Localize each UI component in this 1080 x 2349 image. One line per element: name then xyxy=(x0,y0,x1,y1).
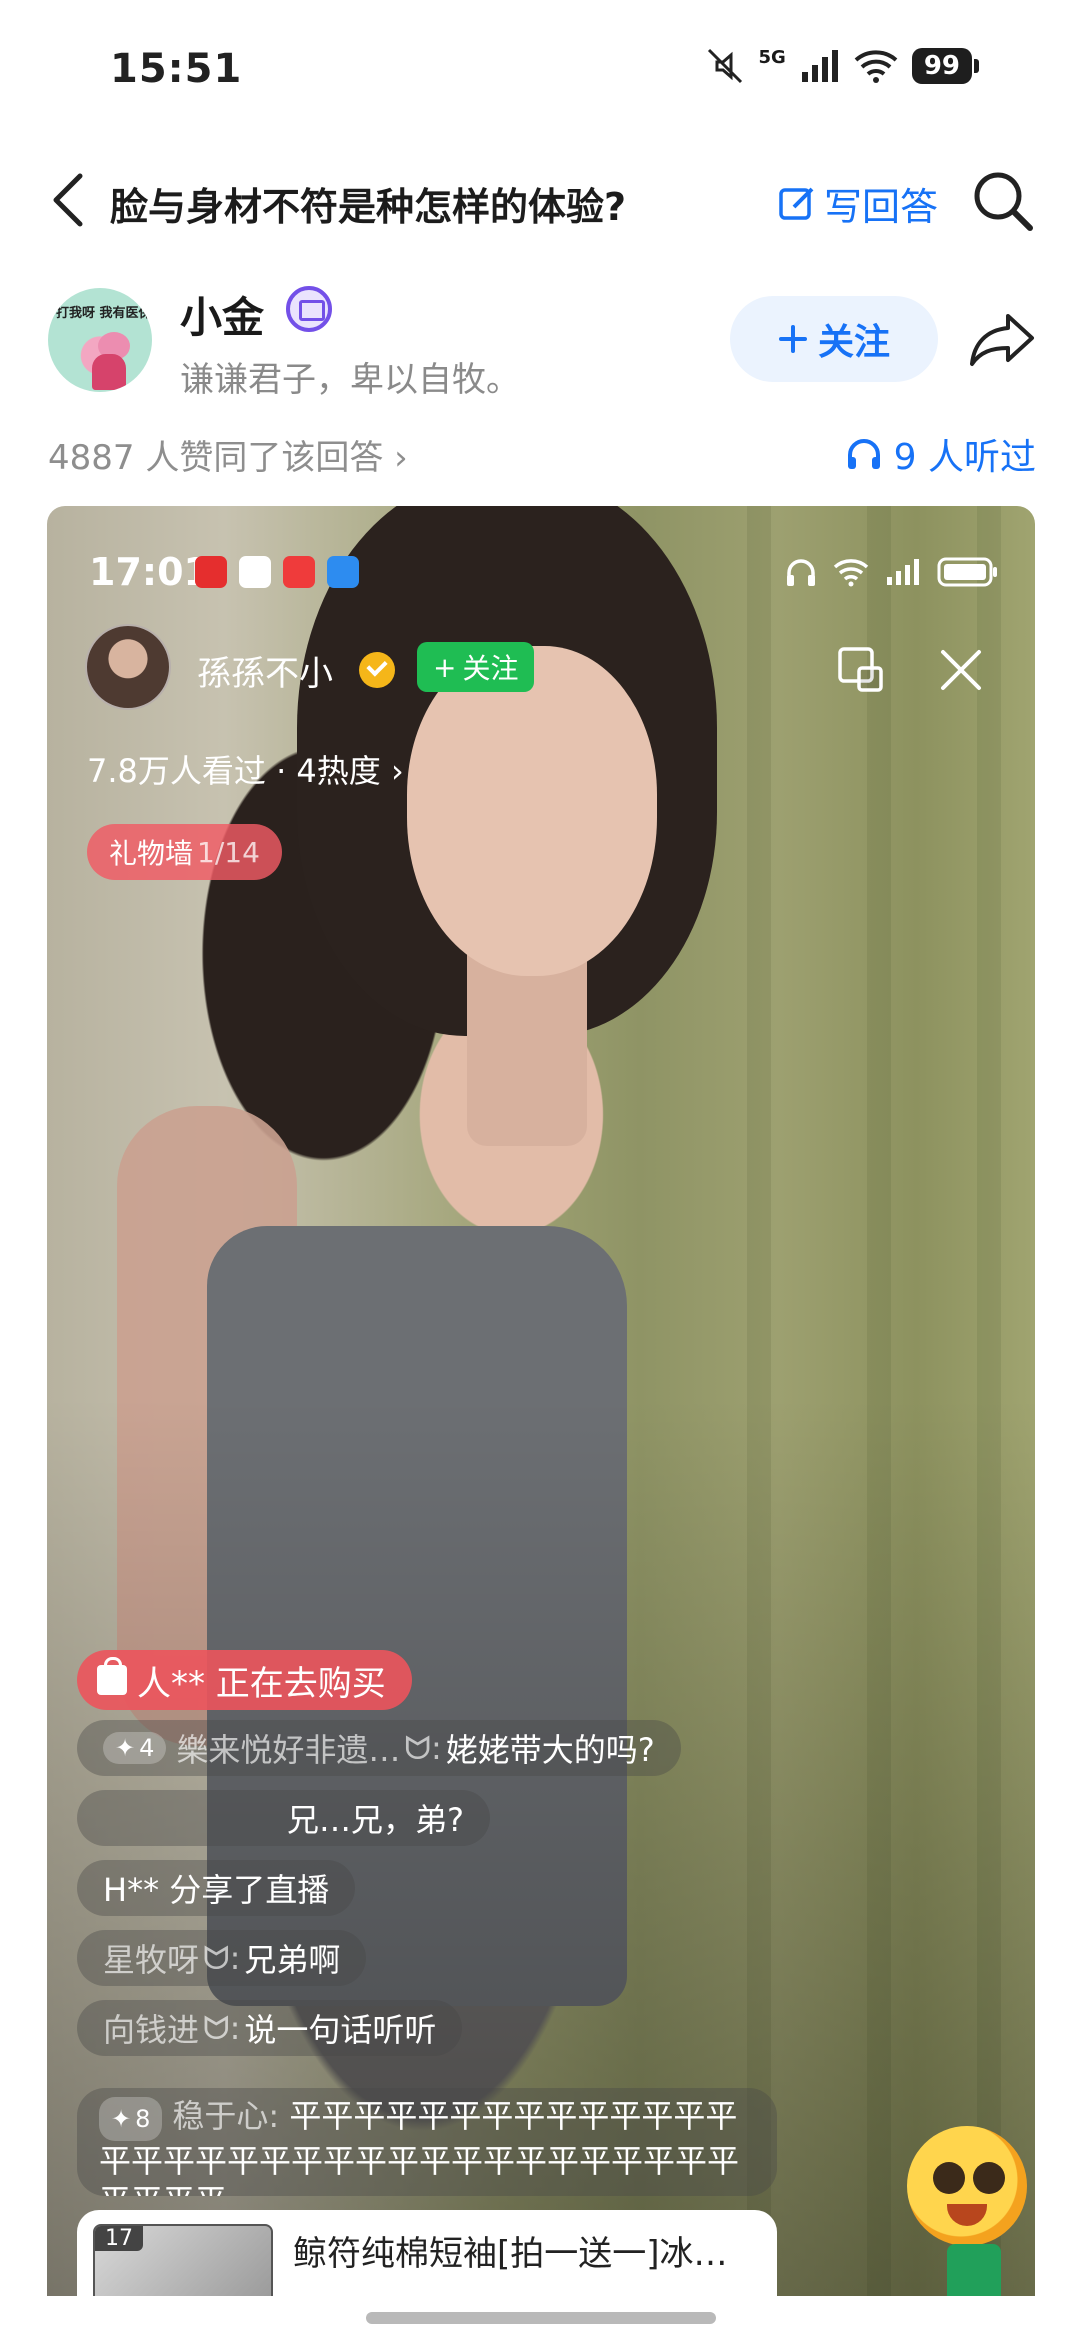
share-icon[interactable] xyxy=(968,310,1036,368)
comment-user: 稳于心: xyxy=(172,2097,280,2135)
headphones-icon xyxy=(847,439,880,469)
stream-status-icons xyxy=(785,556,999,588)
comment-item: 兄…兄，弟? xyxy=(77,1790,490,1846)
home-indicator[interactable] xyxy=(366,2312,716,2324)
author-avatar[interactable]: 打我呀 我有医保 xyxy=(48,288,152,392)
close-icon[interactable] xyxy=(937,646,985,694)
sep: ᗢ: xyxy=(404,1728,442,1767)
chevron-right-icon: › xyxy=(390,752,404,790)
product-title: 鲸符纯棉短袖[拍一送一]冰… xyxy=(293,2234,728,2274)
gift-wall-fraction: 1/14 xyxy=(197,835,260,869)
likes-text: 4887 人赞同了该回答 xyxy=(48,438,384,478)
emoji-mouth xyxy=(947,2204,987,2226)
product-badge: 17 xyxy=(95,2226,143,2251)
host-follow-button[interactable]: + 关注 xyxy=(417,642,535,692)
comment-text: 兄…兄，弟? xyxy=(287,1801,464,1839)
stream-status-time: 17:01 xyxy=(89,550,210,594)
app-icon xyxy=(283,556,315,588)
signal-icon xyxy=(801,50,838,82)
signal-icon xyxy=(887,559,919,585)
sep: ᗢ: xyxy=(203,2008,241,2047)
answer-image[interactable]: 17:01 孫孫不小 + 关注 7.8万人看过 · 4热度 › 礼物墙 1/14 人… xyxy=(47,506,1035,2296)
comment-item: 星牧呀 ᗢ: 兄弟啊 xyxy=(77,1930,367,1986)
author-name[interactable]: 小金 xyxy=(180,284,264,345)
comment-item: H** 分享了直播 xyxy=(77,1860,356,1916)
comment-item-long: ✦ 8 稳于心: 平平平平平平平平平平平平平平平平平平平平平平平平平平平平平平平平平… xyxy=(77,2088,777,2196)
level-value: 4 xyxy=(139,1734,155,1762)
peppa-body xyxy=(92,354,126,390)
status-time: 15:51 xyxy=(110,46,243,92)
app-icon xyxy=(195,556,227,588)
emoji-eye xyxy=(973,2162,1005,2194)
host-follow-label: 关注 xyxy=(462,652,519,685)
comment-user: 樂来悦好非遗… xyxy=(176,1731,401,1769)
level-value: 8 xyxy=(135,2105,151,2133)
question-header: 脸与身材不符是种怎样的体验? 写回答 xyxy=(0,150,1080,250)
person-face xyxy=(407,646,657,976)
starry-eyes-emoji-icon[interactable] xyxy=(907,2126,1027,2246)
comment-text: H** 分享了直播 xyxy=(103,1871,330,1909)
back-arrow-icon[interactable] xyxy=(42,170,102,230)
status-icons: 5G 99 xyxy=(705,46,980,86)
chevron-right-icon: › xyxy=(394,438,408,478)
product-card[interactable]: 17 鲸符纯棉短袖[拍一送一]冰… xyxy=(77,2210,777,2296)
comment-item: ✦ 4 樂来悦好非遗… ᗢ: 姥姥带大的吗? xyxy=(77,1720,681,1776)
purchase-notice: 人** 正在去购买 xyxy=(77,1650,412,1710)
comment-text: 姥姥带大的吗? xyxy=(445,1731,655,1769)
battery-icon xyxy=(937,557,997,587)
host-avatar[interactable] xyxy=(85,624,171,710)
question-title[interactable]: 脸与身材不符是种怎样的体验? xyxy=(110,176,626,231)
author-badge-icon[interactable] xyxy=(286,286,332,332)
network-label: 5G xyxy=(758,46,786,68)
emoji-eye xyxy=(933,2162,965,2194)
app-icon xyxy=(239,556,271,588)
comment-text: 说一句话听听 xyxy=(244,2011,437,2049)
author-bio: 谦谦君子，卑以自牧。 xyxy=(180,360,520,400)
comment-user: 星牧呀 xyxy=(103,1941,200,1979)
gift-wall-label: 礼物墙 xyxy=(109,837,194,870)
product-thumbnail: 17 xyxy=(93,2224,273,2296)
stream-app-icons xyxy=(195,556,359,588)
level-badge: ✦ 4 xyxy=(103,1732,167,1764)
cart-tag-icon[interactable] xyxy=(947,2244,1001,2296)
battery-icon: 99 xyxy=(911,48,980,84)
gift-wall-button[interactable]: 礼物墙 1/14 xyxy=(87,824,282,880)
edit-icon xyxy=(779,187,814,220)
follow-button[interactable]: 关注 xyxy=(730,296,938,382)
likes-count[interactable]: 4887 人赞同了该回答 › xyxy=(48,430,408,479)
follow-label: 关注 xyxy=(817,322,890,363)
comment-item: 向钱进 ᗢ: 说一句话听听 xyxy=(77,2000,463,2056)
verified-icon xyxy=(359,652,395,688)
plus-icon xyxy=(778,325,807,353)
views-text: 7.8万人看过 · 4热度 xyxy=(87,752,381,790)
wifi-icon xyxy=(833,559,869,587)
search-icon[interactable] xyxy=(970,168,1034,232)
view-count[interactable]: 7.8万人看过 · 4热度 › xyxy=(87,746,404,792)
avatar-text: 打我呀 我有医保 xyxy=(56,306,152,321)
comment-user: 向钱进 xyxy=(103,2011,200,2049)
level-badge: ✦ 8 xyxy=(99,2097,163,2141)
write-answer-label: 写回答 xyxy=(824,185,939,229)
pip-icon[interactable] xyxy=(837,646,885,694)
host-name[interactable]: 孫孫不小 xyxy=(197,646,333,695)
sep: ᗢ: xyxy=(203,1938,241,1977)
app-icon xyxy=(327,556,359,588)
comment-text: 兄弟啊 xyxy=(244,1941,341,1979)
plus-icon: + xyxy=(433,650,457,684)
wifi-icon xyxy=(854,50,898,83)
listen-text: 9 人听过 xyxy=(893,437,1036,478)
write-answer-button[interactable]: 写回答 xyxy=(778,176,938,231)
mute-icon xyxy=(707,48,742,84)
status-bar: 15:51 5G 99 xyxy=(0,0,1080,140)
listen-count[interactable]: 9 人听过 xyxy=(846,428,1036,480)
headphones-icon xyxy=(787,559,815,586)
purchase-text: 人** 正在去购买 xyxy=(137,1663,386,1704)
shopping-bag-icon xyxy=(97,1657,127,1695)
